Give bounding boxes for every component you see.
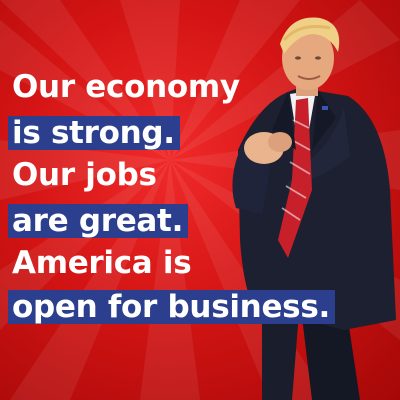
headline-line-2: is strong. (8, 116, 180, 150)
headline-line-5: America is (12, 245, 192, 281)
poster: Our economy is strong. Our jobs are grea… (0, 0, 400, 400)
headline-line-1: Our economy (12, 69, 240, 105)
headline-line-4: are great. (8, 204, 189, 238)
headline-line-6: open for business. (8, 290, 335, 324)
headline-line-3: Our jobs (12, 157, 157, 193)
man-in-suit-figure (232, 17, 396, 400)
